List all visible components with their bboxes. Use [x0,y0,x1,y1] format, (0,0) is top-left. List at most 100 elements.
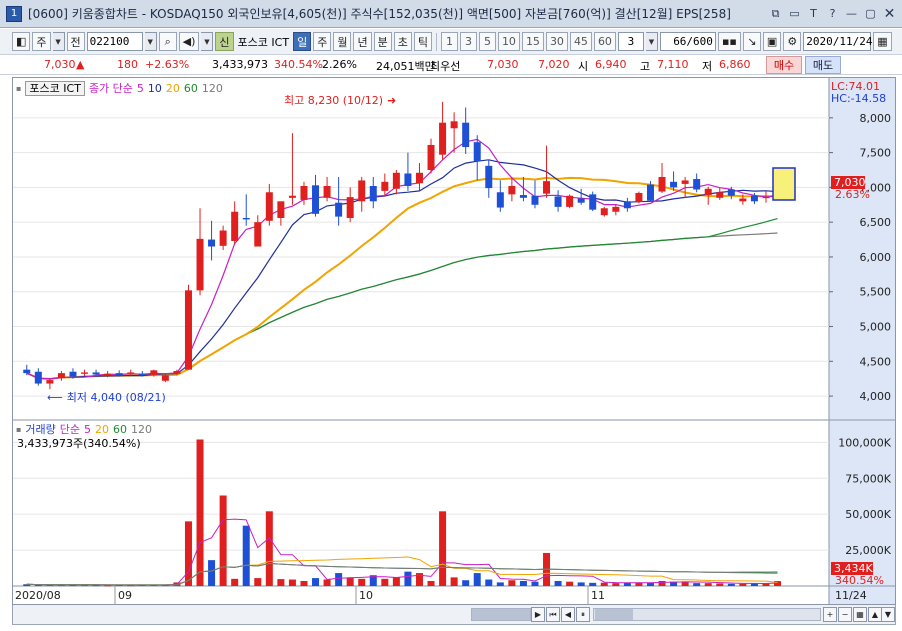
range-track[interactable] [593,608,821,621]
candle-body [577,198,585,203]
tile-icon[interactable]: ⧉ [767,5,784,22]
panel-toggle-icon[interactable]: ◧ [12,32,31,51]
tab-minute[interactable]: 분 [373,32,392,51]
toolbar-divider [435,32,437,51]
volume-legend-ma5: 5 [84,422,92,436]
zoom-out-icon[interactable]: ↘ [742,32,761,51]
market-type-select[interactable]: 주 [32,32,51,51]
legend-stock-name[interactable]: 포스코 ICT [25,80,85,96]
chart-area[interactable]: 4,000 4,500 5,000 5,500 6,000 6,500 7,000 7,500… [12,77,896,605]
volume-bar [554,580,562,586]
calendar-icon[interactable]: ▦ [873,32,892,51]
volume-tick-label: 50,000K [845,508,891,521]
tab-second[interactable]: 초 [393,32,412,51]
interval-dropdown-icon[interactable]: ▼ [645,32,658,51]
interval-5[interactable]: 5 [478,32,496,51]
interval-60[interactable]: 60 [593,32,616,51]
chevron-down-icon[interactable]: ▼ [52,32,65,51]
candle-body [693,179,701,190]
candle-body [415,172,423,184]
ma10-line [26,159,778,380]
interval-10[interactable]: 10 [497,32,520,51]
candle-body [670,181,678,188]
candle-body [519,195,527,198]
scroll-down-icon[interactable]: ▼ [881,607,895,622]
candle-body [392,172,400,189]
stock-name: 포스코 ICT [237,35,290,49]
bottom-scrollbar: ▶ ⏮ ◀ ⏸ + − ▦ ▲ ▼ [12,605,896,625]
volume-ma5-line [26,518,778,586]
minimize-icon[interactable]: — [843,5,860,22]
tab-day[interactable]: 일 [293,32,312,51]
candle-body [704,188,712,196]
volume-bar [612,583,620,586]
jump-start-icon[interactable]: ⏮ [546,607,560,622]
tab-week[interactable]: 주 [313,32,332,51]
volume-legend-ma60: 60 [113,422,128,436]
volume-bar [242,525,250,586]
interval-15[interactable]: 15 [521,32,544,51]
play-icon[interactable]: ◀ [561,607,575,622]
pause-icon[interactable]: ⏸ [576,607,590,622]
close-icon[interactable]: ✕ [881,5,898,22]
price-tag-pct: 2.63% [835,188,870,201]
tab-tick[interactable]: 틱 [413,32,432,51]
stock-code-input[interactable]: 022100 [86,32,143,51]
volume-bar [450,577,458,586]
interval-input[interactable]: 3 [617,32,644,51]
search-icon[interactable]: ⌕ [158,32,177,51]
zoom-out-minus-icon[interactable]: − [838,607,852,622]
volume-bar [288,579,296,586]
new-tag-button[interactable]: 신 [215,32,234,51]
volume-bar [358,578,366,586]
prev-button[interactable]: 전 [66,32,85,51]
gear-icon[interactable]: ⚙ [783,32,802,51]
layout-icon[interactable]: ▭ [786,5,803,22]
date-input[interactable]: 2020/11/24 [803,32,873,51]
speaker-dropdown-icon[interactable]: ▼ [201,32,214,51]
legend-marker-icon: ▪ [16,424,22,434]
interval-45[interactable]: 45 [569,32,592,51]
scroll-thumb[interactable] [472,609,530,620]
help-icon[interactable]: ? [824,5,841,22]
buy-button[interactable]: 매수 [766,56,802,74]
zoom-in-icon[interactable]: ▪▪ [717,32,741,51]
range-thumb[interactable] [595,609,633,620]
grid-view-icon[interactable]: ▦ [853,607,867,622]
scroll-up-icon[interactable]: ▲ [868,607,882,622]
candle-count-input[interactable]: 66/600 [659,32,716,51]
volume-bar [346,577,354,586]
tab-year[interactable]: 년 [353,32,372,51]
candle-body [335,202,343,217]
text-size-icon[interactable]: T [805,5,822,22]
volume-ma20-line [26,556,778,586]
stock-code-dropdown-icon[interactable]: ▼ [144,32,157,51]
price-tick-label: 7,500 [860,147,892,160]
candle-body [115,373,123,376]
candle-body [358,180,366,202]
save-icon[interactable]: ▣ [762,32,782,51]
speaker-icon[interactable]: ◀) [178,32,200,51]
candle-body [208,239,216,247]
tab-month[interactable]: 월 [333,32,352,51]
zoom-in-plus-icon[interactable]: + [823,607,837,622]
ma5-line [26,138,778,380]
sell-button[interactable]: 매도 [805,56,841,74]
scroll-right-icon[interactable]: ▶ [531,607,545,622]
candle-body [161,375,169,381]
interval-3[interactable]: 3 [459,32,477,51]
volume-tick-label: 75,000K [845,472,891,485]
candle-body [658,176,666,192]
candle-body [381,181,389,191]
volume-bar [184,521,192,586]
candle-body [566,195,574,207]
volume-bar [392,577,400,586]
maximize-icon[interactable]: ▢ [862,5,879,22]
scroll-track[interactable] [471,608,531,621]
interval-30[interactable]: 30 [545,32,568,51]
volume-bar [577,582,585,586]
interval-1[interactable]: 1 [440,32,458,51]
candle-body [69,371,77,377]
volume-bar [589,582,597,586]
volume-bar [381,578,389,586]
